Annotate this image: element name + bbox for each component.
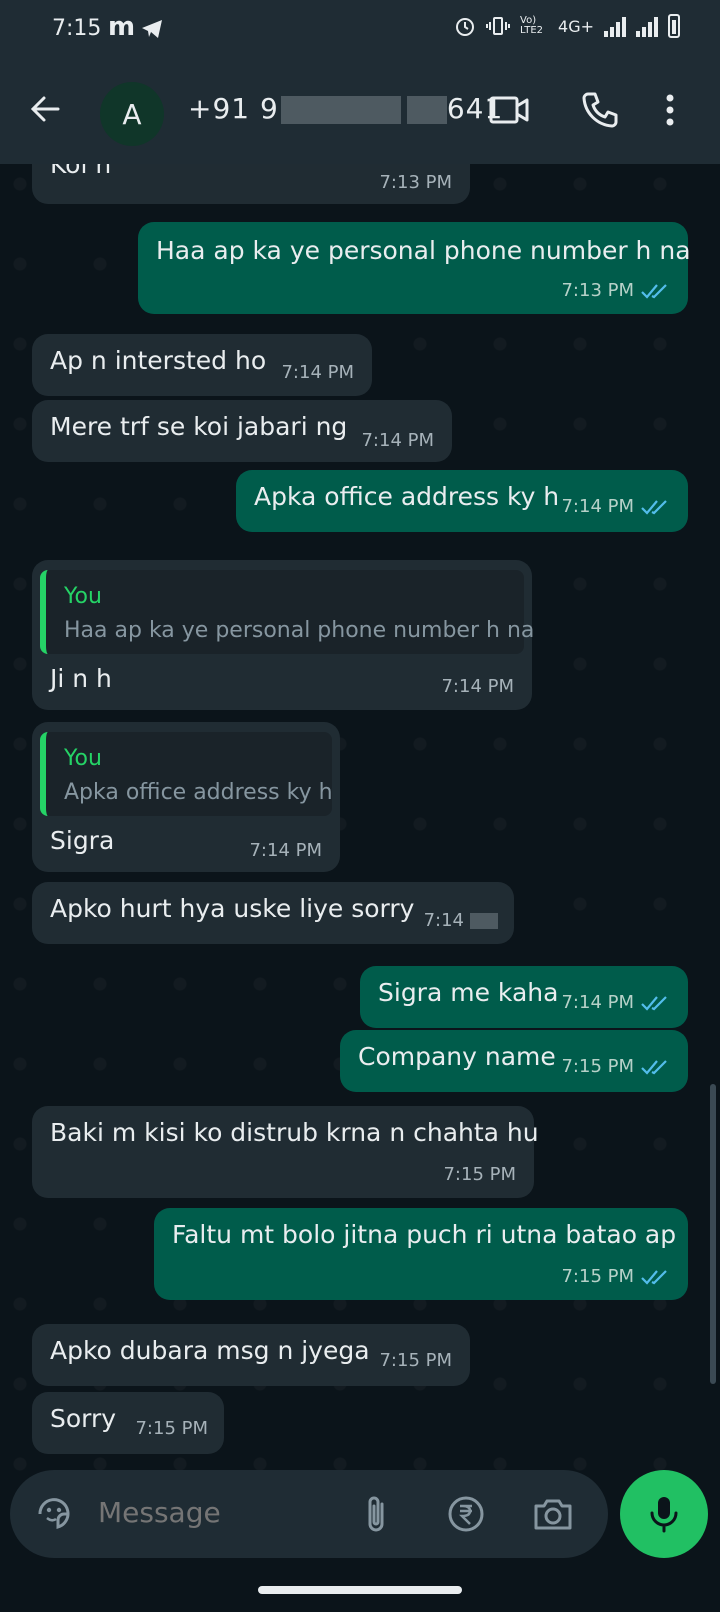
- message-time: 7:15 PM: [135, 1418, 208, 1439]
- message-time: 7:13 PM: [561, 280, 670, 301]
- message-bubble[interactable]: Apka office address ky h 7:14 PM: [236, 470, 688, 532]
- status-icons: Vo) LTE2 4G+: [454, 14, 680, 38]
- message-time: 7:15 PM: [561, 1266, 670, 1287]
- message-bubble[interactable]: Sorry 7:15 PM: [32, 1392, 224, 1454]
- message-bubble[interactable]: Mere trf se koi jabari ng 7:14 PM: [32, 400, 452, 462]
- sticker-icon[interactable]: [34, 1494, 74, 1534]
- battery-icon: [668, 14, 680, 38]
- message-bubble[interactable]: Apko dubara msg n jyega 7:15 PM: [32, 1324, 470, 1386]
- telegram-icon: [142, 20, 162, 38]
- message-bubble[interactable]: Baki m kisi ko distrub krna n chahta hu …: [32, 1106, 539, 1198]
- message-time: 7:15 PM: [379, 1350, 452, 1371]
- reply-message-bubble[interactable]: You Haa ap ka ye personal phone number h…: [32, 560, 534, 710]
- reply-message-bubble[interactable]: You Apka office address ky h Sigra 7:14 …: [32, 722, 340, 872]
- voice-message-button[interactable]: [620, 1470, 708, 1558]
- contact-number-prefix: +91 9: [188, 92, 279, 125]
- status-time: 7:15: [52, 16, 102, 41]
- camera-icon[interactable]: [532, 1494, 574, 1534]
- message-text: Apko dubara msg n jyega: [50, 1336, 370, 1365]
- message-time: 7:15 PM: [561, 1056, 670, 1077]
- signal-1-icon: [604, 15, 626, 37]
- message-text: Sorry: [50, 1404, 117, 1433]
- message-input[interactable]: [98, 1496, 338, 1529]
- message-text: Faltu mt bolo jitna puch ri utna batao a…: [172, 1220, 677, 1249]
- message-text: Sigra me kaha: [378, 978, 559, 1007]
- chat-header: A +91 9 641: [0, 60, 720, 164]
- alarm-icon: [456, 18, 475, 36]
- system-nav-bar: [0, 1572, 720, 1612]
- message-bubble[interactable]: Haa ap ka ye personal phone number h na …: [138, 222, 691, 314]
- message-text: Baki m kisi ko distrub krna n chahta hu: [50, 1118, 539, 1147]
- redacted-blur: [406, 96, 447, 124]
- scrollbar[interactable]: [710, 1084, 716, 1384]
- message-bubble[interactable]: Koi n 7:13 PM: [32, 164, 470, 204]
- signal-2-icon: [636, 15, 658, 37]
- message-bubble[interactable]: Ap n intersted ho 7:14 PM: [32, 334, 372, 396]
- quoted-message[interactable]: You Apka office address ky h: [40, 732, 333, 816]
- message-text: Company name: [358, 1042, 556, 1071]
- network-label: 4G+: [558, 16, 594, 36]
- message-list[interactable]: Koi n 7:13 PM Haa ap ka ye personal phon…: [0, 164, 720, 1472]
- message-time: 7:13 PM: [379, 172, 452, 193]
- quoted-message[interactable]: You Haa ap ka ye personal phone number h…: [40, 570, 534, 654]
- read-receipt-icon: [641, 1060, 667, 1075]
- message-text: Ji n h: [50, 664, 112, 693]
- home-gesture-bar[interactable]: [258, 1586, 462, 1594]
- contact-avatar[interactable]: A: [100, 82, 164, 146]
- avatar-letter: A: [122, 97, 142, 131]
- read-receipt-icon: [641, 500, 667, 515]
- message-time: 7:14 PM: [361, 430, 434, 451]
- message-time: 7:14 PM: [441, 676, 514, 697]
- message-text: Mere trf se koi jabari ng: [50, 412, 348, 441]
- message-text: Haa ap ka ye personal phone number h na: [156, 236, 691, 265]
- microphone-icon: [650, 1497, 678, 1533]
- vibrate-icon: [486, 17, 511, 35]
- read-receipt-icon: [641, 996, 667, 1011]
- contact-name[interactable]: +91 9 641: [188, 92, 503, 125]
- video-call-icon[interactable]: [488, 90, 530, 130]
- message-text: Apko hurt hya uske liye sorry: [50, 894, 415, 923]
- message-bubble[interactable]: Faltu mt bolo jitna puch ri utna batao a…: [154, 1208, 688, 1300]
- message-time: 7:14 PM: [281, 362, 354, 383]
- message-text: Ap n intersted ho: [50, 346, 267, 375]
- quoted-text: Haa ap ka ye personal phone number h na: [64, 618, 535, 643]
- message-text: Sigra: [50, 826, 115, 855]
- message-bubble[interactable]: Company name 7:15 PM: [340, 1030, 688, 1092]
- back-arrow-icon[interactable]: [28, 92, 62, 126]
- message-text: Koi n: [50, 164, 112, 179]
- notification-m-icon: m: [108, 12, 136, 42]
- read-receipt-icon: [641, 1270, 667, 1285]
- message-text: Apka office address ky h: [254, 482, 560, 511]
- redacted-blur: [280, 96, 401, 124]
- volte-label: Vo) LTE2: [520, 15, 543, 36]
- quoted-text: Apka office address ky h: [64, 780, 333, 805]
- status-bar: 7:15 m Vo) LTE2 4G+: [0, 0, 720, 60]
- message-time: 7:14 PM: [249, 840, 322, 861]
- payment-rupee-icon[interactable]: [446, 1494, 486, 1534]
- read-receipt-icon: [641, 284, 667, 299]
- message-time: 7:14 PM: [561, 992, 670, 1013]
- more-options-icon[interactable]: [664, 90, 676, 130]
- message-composer: [10, 1470, 608, 1558]
- attach-icon[interactable]: [362, 1494, 392, 1536]
- message-time: 7:14 PM: [561, 496, 670, 517]
- message-time: 7:15 PM: [443, 1164, 516, 1185]
- voice-call-icon[interactable]: [580, 90, 620, 130]
- message-time: 7:14: [424, 910, 498, 931]
- quoted-author: You: [64, 746, 102, 771]
- message-bubble[interactable]: Apko hurt hya uske liye sorry 7:14: [32, 882, 514, 944]
- message-bubble[interactable]: Sigra me kaha 7:14 PM: [360, 966, 688, 1028]
- redacted-blur: [470, 913, 498, 929]
- quoted-author: You: [64, 584, 102, 609]
